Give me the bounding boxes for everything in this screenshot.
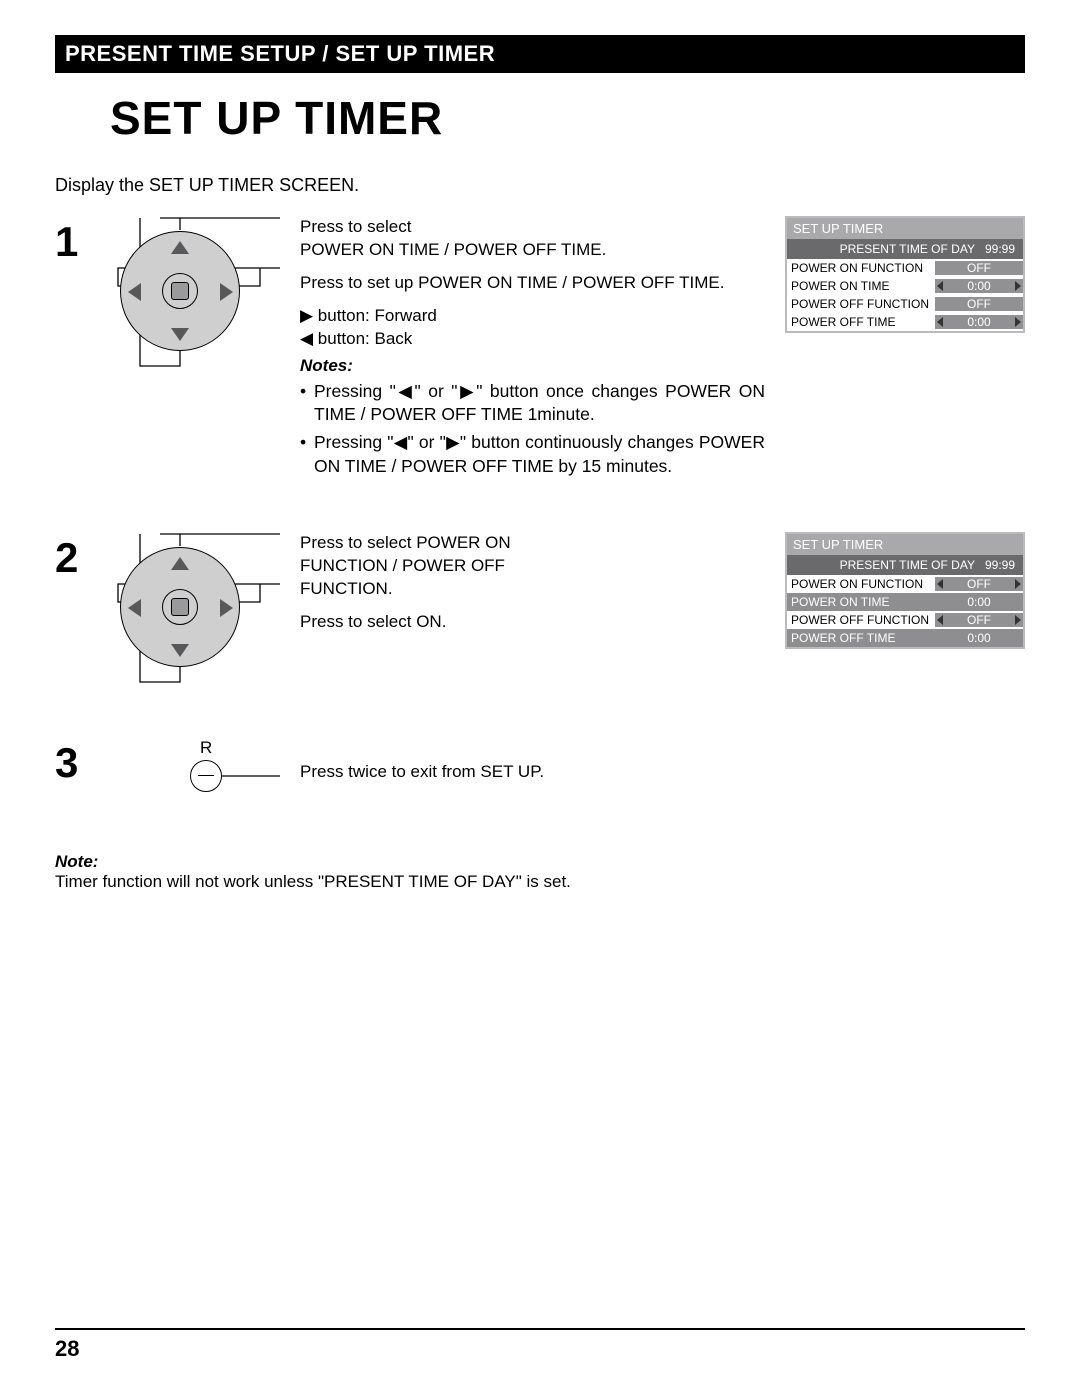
osd-subheader: PRESENT TIME OF DAY 99:99 — [787, 555, 1023, 575]
step-number: 1 — [55, 216, 90, 263]
step-1: 1 Press to select POWER ON TIME — [55, 216, 1025, 482]
page-title: SET UP TIMER — [110, 91, 1025, 145]
arrow-right-icon — [1015, 281, 1021, 291]
page-number: 28 — [55, 1336, 1025, 1362]
dpad-left-icon — [128, 599, 141, 617]
osd-row-label: POWER OFF FUNCTION — [787, 613, 935, 627]
footer-note: Note: Timer function will not work unles… — [55, 852, 1025, 892]
osd-row-label: POWER OFF TIME — [787, 631, 935, 645]
note-item: Pressing "◀" or "▶" button continuously … — [300, 431, 765, 478]
osd-row: POWER OFF TIME0:00 — [787, 629, 1023, 647]
dpad-center-button — [162, 589, 198, 625]
osd-row-value: OFF — [935, 261, 1023, 275]
dpad-down-icon — [171, 328, 189, 341]
step1-line1: Press to select — [300, 217, 412, 236]
osd-row-value: OFF — [935, 577, 1023, 591]
step-number: 2 — [55, 532, 90, 579]
notes-list: Pressing "◀" or "▶" button once changes … — [300, 380, 765, 479]
step-number: 3 — [55, 737, 90, 784]
step1-forward: ▶ button: Forward — [300, 306, 437, 325]
step2-line2: Press to select ON. — [300, 611, 765, 634]
step1-back: ◀ button: Back — [300, 329, 412, 348]
arrow-left-icon — [937, 615, 943, 625]
page-footer: 28 — [55, 1328, 1025, 1362]
arrow-right-icon — [1015, 317, 1021, 327]
osd-row-label: POWER OFF FUNCTION — [787, 297, 935, 311]
osd-row-value: OFF — [935, 297, 1023, 311]
osd-row-value: 0:00 — [935, 279, 1023, 293]
osd-row-value: 0:00 — [935, 631, 1023, 645]
osd-row: POWER OFF FUNCTIONOFF — [787, 295, 1023, 313]
osd-title: SET UP TIMER — [787, 218, 1023, 239]
osd-row: POWER OFF TIME0:00 — [787, 313, 1023, 331]
page-header-band: PRESENT TIME SETUP / SET UP TIMER — [55, 35, 1025, 73]
footer-note-text: Timer function will not work unless "PRE… — [55, 872, 571, 891]
arrow-right-icon — [1015, 615, 1021, 625]
osd-row: POWER ON TIME0:00 — [787, 593, 1023, 611]
dpad-right-icon — [220, 283, 233, 301]
r-button-icon — [190, 760, 222, 792]
step-2: 2 Press to select POWER ON FUNCTION / PO… — [55, 532, 1025, 687]
osd-row-label: POWER ON FUNCTION — [787, 577, 935, 591]
step1-line2: POWER ON TIME / POWER OFF TIME. — [300, 240, 606, 259]
dpad-diagram — [110, 216, 280, 371]
intro-text: Display the SET UP TIMER SCREEN. — [55, 175, 1025, 196]
arrow-right-icon — [1015, 579, 1021, 589]
r-label: R — [200, 738, 212, 758]
dpad-diagram — [110, 532, 280, 687]
osd-title: SET UP TIMER — [787, 534, 1023, 555]
dpad-center-button — [162, 273, 198, 309]
osd-menu-2: SET UP TIMER PRESENT TIME OF DAY 99:99 P… — [785, 532, 1025, 649]
footer-note-label: Note: — [55, 852, 98, 871]
step2-line1: Press to select POWER ON FUNCTION / POWE… — [300, 532, 580, 601]
step-3: 3 R Press twice to exit from SET UP. — [55, 737, 1025, 802]
osd-row-label: POWER ON TIME — [787, 595, 935, 609]
osd-row-label: POWER ON FUNCTION — [787, 261, 935, 275]
dpad-right-icon — [220, 599, 233, 617]
r-button-diagram: R — [110, 742, 280, 802]
arrow-left-icon — [937, 281, 943, 291]
osd-row-value: 0:00 — [935, 595, 1023, 609]
osd-row-label: POWER ON TIME — [787, 279, 935, 293]
notes-label: Notes: — [300, 355, 765, 378]
arrow-left-icon — [937, 317, 943, 327]
dpad-up-icon — [171, 241, 189, 254]
osd-row-value: OFF — [935, 613, 1023, 627]
osd-subheader: PRESENT TIME OF DAY 99:99 — [787, 239, 1023, 259]
osd-row: POWER OFF FUNCTIONOFF — [787, 611, 1023, 629]
osd-menu-1: SET UP TIMER PRESENT TIME OF DAY 99:99 P… — [785, 216, 1025, 333]
dpad-down-icon — [171, 644, 189, 657]
arrow-left-icon — [937, 579, 943, 589]
osd-row-value: 0:00 — [935, 315, 1023, 329]
osd-row: POWER ON FUNCTIONOFF — [787, 259, 1023, 277]
note-item: Pressing "◀" or "▶" button once changes … — [300, 380, 765, 427]
dpad-up-icon — [171, 557, 189, 570]
dpad-left-icon — [128, 283, 141, 301]
osd-row: POWER ON FUNCTIONOFF — [787, 575, 1023, 593]
osd-row: POWER ON TIME0:00 — [787, 277, 1023, 295]
step3-line1: Press twice to exit from SET UP. — [300, 761, 765, 784]
step1-line3: Press to set up POWER ON TIME / POWER OF… — [300, 272, 765, 295]
osd-row-label: POWER OFF TIME — [787, 315, 935, 329]
